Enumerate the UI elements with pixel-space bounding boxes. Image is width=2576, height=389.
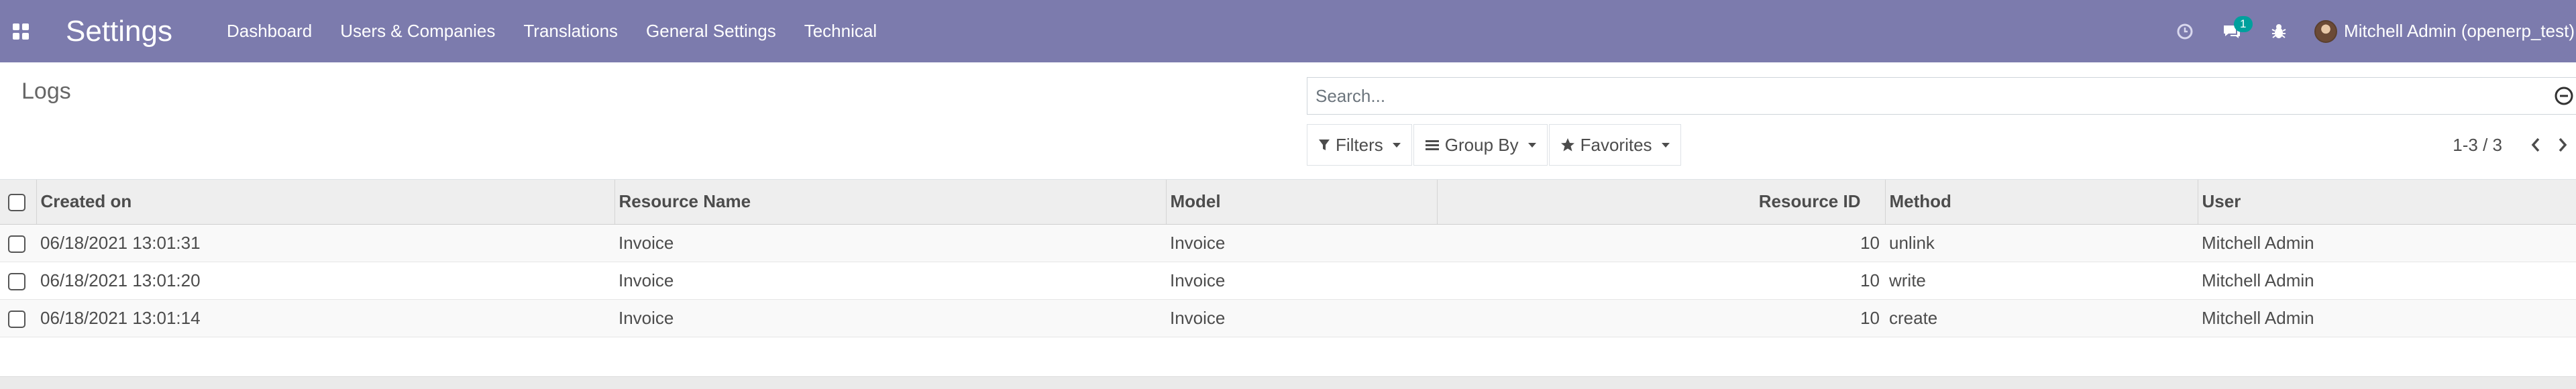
- chevron-down-icon: [1527, 142, 1536, 148]
- table-row[interactable]: 06/18/2021 13:01:20 Invoice Invoice 10 write…: [0, 262, 2576, 299]
- menu-general-settings[interactable]: General Settings: [632, 0, 790, 62]
- resource-id-cell: 10: [1860, 232, 1880, 253]
- app-title[interactable]: Settings: [66, 0, 172, 62]
- footer-bar: [0, 376, 2576, 389]
- avatar: [2314, 19, 2338, 43]
- list-view: Created on Resource Name Model Resource ID M…: [0, 180, 2576, 376]
- favorites-button[interactable]: Favorites: [1548, 124, 1681, 166]
- filter-icon: [1319, 140, 1330, 150]
- model-cell: Invoice: [1170, 307, 1226, 328]
- menu-translations[interactable]: Translations: [509, 0, 632, 62]
- row-checkbox[interactable]: [8, 272, 25, 290]
- column-resource-name[interactable]: Resource Name: [614, 180, 1167, 225]
- model-cell: Invoice: [1170, 232, 1226, 253]
- column-user[interactable]: User: [2198, 180, 2576, 225]
- pager: 1-3 / 3: [2453, 124, 2576, 166]
- clock-icon: [2177, 23, 2193, 39]
- column-method[interactable]: Method: [1885, 180, 2198, 225]
- chevron-down-icon: [1661, 142, 1670, 148]
- row-select-cell: [0, 224, 36, 262]
- user-menu[interactable]: Mitchell Admin (openerp_test): [2302, 0, 2576, 62]
- bug-icon: [2271, 23, 2286, 38]
- top-menu: Dashboard Users & Companies Translations…: [213, 0, 891, 62]
- apps-grid-icon: [13, 23, 29, 40]
- method-cell: write: [1889, 270, 1926, 290]
- resource-id-cell: 10: [1860, 270, 1880, 290]
- row-checkbox[interactable]: [8, 235, 25, 253]
- messaging-button[interactable]: 1: [2208, 0, 2255, 62]
- row-select-cell: [0, 299, 36, 337]
- search-input[interactable]: [1316, 78, 2550, 114]
- menu-technical[interactable]: Technical: [790, 0, 891, 62]
- user-name: Mitchell Admin (openerp_test): [2344, 21, 2575, 41]
- column-resource-id[interactable]: Resource ID: [1437, 180, 1886, 225]
- column-model[interactable]: Model: [1166, 180, 1438, 225]
- table-row[interactable]: 06/18/2021 13:01:31 Invoice Invoice 10 unlin…: [0, 224, 2576, 262]
- filters-button[interactable]: Filters: [1307, 124, 1412, 166]
- created-on-cell: 06/18/2021 13:01:20: [40, 270, 201, 290]
- chevron-right-icon: [2559, 137, 2567, 152]
- breadcrumb: Logs: [21, 78, 71, 104]
- select-all-checkbox[interactable]: [8, 194, 25, 212]
- filters-label: Filters: [1336, 134, 1383, 155]
- created-on-cell: 06/18/2021 13:01:31: [40, 232, 201, 253]
- menu-users-companies[interactable]: Users & Companies: [326, 0, 509, 62]
- favorites-label: Favorites: [1580, 134, 1652, 155]
- group-by-label: Group By: [1444, 134, 1519, 155]
- select-all-cell: [0, 180, 37, 225]
- pager-value[interactable]: 1-3 / 3: [2453, 135, 2502, 156]
- list-icon: [1425, 140, 1439, 150]
- row-select-cell: [0, 262, 36, 299]
- user-cell: Mitchell Admin: [2202, 270, 2314, 290]
- debug-button[interactable]: [2255, 0, 2302, 62]
- apps-menu-button[interactable]: [0, 0, 42, 62]
- chevron-left-icon: [2531, 137, 2540, 152]
- chevron-down-icon: [1392, 142, 1401, 148]
- menu-dashboard[interactable]: Dashboard: [213, 0, 326, 62]
- pager-previous-button[interactable]: [2522, 124, 2549, 166]
- user-cell: Mitchell Admin: [2202, 232, 2314, 253]
- main-navbar: Settings Dashboard Users & Companies Tra…: [0, 0, 2576, 62]
- activity-button[interactable]: [2161, 0, 2208, 62]
- table-row[interactable]: 06/18/2021 13:01:14 Invoice Invoice 10 creat…: [0, 299, 2576, 337]
- resource-id-cell: 10: [1860, 307, 1880, 328]
- table-header-row: Created on Resource Name Model Resource ID M…: [0, 180, 2576, 225]
- method-cell: unlink: [1889, 232, 1935, 253]
- pager-next-button[interactable]: [2549, 124, 2576, 166]
- chat-badge: 1: [2234, 16, 2253, 32]
- search-options: Filters Group By Favorites: [1307, 124, 1682, 166]
- model-cell: Invoice: [1170, 270, 1226, 290]
- search-box: [1307, 77, 2576, 115]
- method-cell: create: [1889, 307, 1938, 328]
- group-by-button[interactable]: Group By: [1413, 124, 1548, 166]
- search-icon[interactable]: [2553, 85, 2575, 107]
- resource-name-cell: Invoice: [619, 232, 674, 253]
- user-cell: Mitchell Admin: [2202, 307, 2314, 328]
- systray: 1 Mitchell Admin (openerp_test): [2161, 0, 2576, 62]
- resource-name-cell: Invoice: [619, 307, 674, 328]
- column-created-on[interactable]: Created on: [36, 180, 615, 225]
- logs-table: Created on Resource Name Model Resource ID M…: [0, 180, 2576, 337]
- star-icon: [1560, 138, 1574, 152]
- resource-name-cell: Invoice: [619, 270, 674, 290]
- control-panel: Logs Filters Group By: [0, 62, 2576, 180]
- created-on-cell: 06/18/2021 13:01:14: [40, 307, 201, 328]
- row-checkbox[interactable]: [8, 310, 25, 328]
